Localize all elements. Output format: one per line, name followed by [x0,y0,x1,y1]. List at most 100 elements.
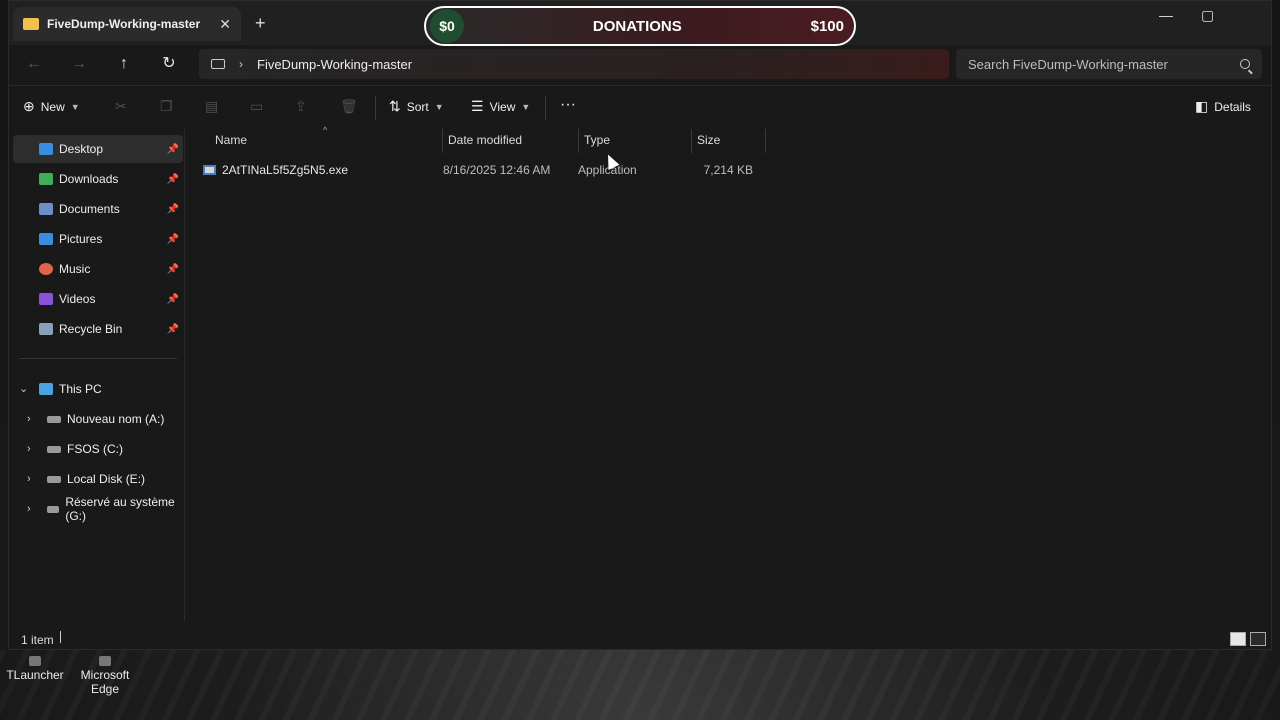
sidebar-item-label: Documents [59,202,120,216]
close-tab-icon[interactable]: ✕ [219,16,231,33]
sidebar-item-label: Nouveau nom (A:) [67,412,165,426]
chevron-down-icon: ▼ [434,101,444,112]
drive-icon [47,415,61,423]
desktop-icon [39,143,53,155]
sidebar-divider [19,358,177,359]
details-button[interactable]: ◧ Details [1195,98,1251,115]
trash-icon: 🗑 [340,98,358,114]
command-bar: ⊕ New ▼ ✂ ❐ ▤ ▭ ⇪ 🗑 ⇅ Sort ▼ ☰ View ▼ ··… [9,85,1271,129]
sidebar-item-videos[interactable]: Videos 📌 [13,285,183,313]
clipboard-icon: ▤ [205,98,219,114]
application-icon [203,165,216,175]
copy-button[interactable]: ❐ [160,98,173,115]
donation-title: DONATIONS [592,17,682,35]
file-date: 8/16/2025 12:46 AM [443,163,551,177]
sidebar-item-drive-c[interactable]: FSOS (C:) [13,435,183,463]
new-button[interactable]: ⊕ New ▼ [23,98,80,115]
details-pane-icon: ◧ [1195,98,1209,114]
maximize-button[interactable]: ▢ [1201,7,1214,24]
drive-icon [47,475,61,483]
donation-progress-bar: $0 DONATIONS $100 [424,6,856,46]
sidebar-item-desktop[interactable]: Desktop 📌 [13,135,183,163]
cut-button[interactable]: ✂ [115,98,127,115]
table-row[interactable]: 2AtTINaL5f5Zg5N5.exe 8/16/2025 12:46 AM … [201,159,761,181]
refresh-button[interactable]: ↻ [158,53,180,75]
share-icon: ⇪ [295,98,307,114]
sidebar-item-label: Local Disk (E:) [67,472,146,486]
file-size: 7,214 KB [703,163,753,177]
document-icon [39,203,53,215]
minimize-button[interactable]: — [1159,7,1173,23]
chevron-down-icon: ▼ [70,101,80,112]
column-divider[interactable] [442,129,443,153]
file-name: 2AtTINaL5f5Zg5N5.exe [222,163,349,177]
pin-icon: 📌 [166,293,179,305]
toolbar-divider [375,96,376,120]
download-icon [39,173,53,185]
up-button[interactable]: ↑ [113,53,135,75]
new-tab-button[interactable]: + [255,13,266,34]
sidebar-item-drive-g[interactable]: Réservé au système (G:) [13,495,183,523]
address-bar[interactable]: › FiveDump-Working-master [199,49,949,79]
pin-icon: 📌 [166,143,179,155]
pin-icon: 📌 [166,233,179,245]
column-header-date[interactable]: Date modified [448,133,522,147]
tab-fivedump[interactable]: FiveDump-Working-master ✕ [13,7,241,41]
view-button[interactable]: ☰ View ▼ [471,98,530,115]
sidebar-item-label: Downloads [59,172,119,186]
plus-circle-icon: ⊕ [23,98,35,114]
sidebar-item-label: Réservé au système (G:) [65,495,175,523]
back-button[interactable]: ← [23,53,45,75]
desktop-icon-label: Microsoft Edge [80,668,130,696]
rename-button[interactable]: ▭ [250,98,263,115]
column-header-type[interactable]: Type [584,133,610,147]
status-separator [60,631,61,643]
share-button[interactable]: ⇪ [295,98,307,115]
search-box[interactable] [956,49,1262,79]
column-divider[interactable] [691,129,692,153]
details-view-icon[interactable] [1230,632,1246,646]
chevron-right-icon[interactable]: › [239,57,243,71]
sidebar-item-label: Music [59,262,91,276]
sidebar-item-pictures[interactable]: Pictures 📌 [13,225,183,253]
music-icon [39,263,53,275]
column-divider[interactable] [765,129,766,153]
column-header-name[interactable]: Name [215,133,247,147]
view-list-icon: ☰ [471,98,484,114]
drive-icon [47,445,61,453]
large-icons-view-icon[interactable] [1250,632,1266,646]
item-count: 1 item [21,633,54,647]
sidebar-item-this-pc[interactable]: This PC [13,375,183,403]
sidebar-item-recycle-bin[interactable]: Recycle Bin 📌 [13,315,183,343]
sidebar-item-documents[interactable]: Documents 📌 [13,195,183,223]
paste-button[interactable]: ▤ [205,98,218,115]
new-label: New [40,99,65,114]
computer-icon [39,383,53,395]
search-input[interactable] [968,56,1240,72]
sidebar-item-drive-e[interactable]: Local Disk (E:) [13,465,183,493]
toolbar-divider [545,96,546,120]
pin-icon: 📌 [166,203,179,215]
status-bar: 1 item [9,629,1271,649]
column-divider[interactable] [578,129,579,153]
breadcrumb-segment[interactable]: FiveDump-Working-master [257,57,412,72]
rename-icon: ▭ [250,98,264,114]
sidebar-item-music[interactable]: Music 📌 [13,255,183,283]
column-header-size[interactable]: Size [697,133,720,147]
donation-goal: $100 [810,17,844,35]
pin-icon: 📌 [166,263,179,275]
sidebar-item-drive-a[interactable]: Nouveau nom (A:) [13,405,183,433]
navigation-pane: Desktop 📌 Downloads 📌 Documents 📌 Pictur… [9,129,185,621]
forward-button[interactable]: → [68,53,90,75]
computer-icon [211,59,225,69]
sidebar-item-label: This PC [59,382,102,396]
sort-button[interactable]: ⇅ Sort ▼ [389,98,444,115]
scissors-icon: ✂ [115,98,127,114]
folder-icon [23,18,39,30]
search-icon[interactable] [1240,59,1250,69]
desktop-icon-edge[interactable]: Microsoft Edge [70,656,140,696]
delete-button[interactable]: 🗑 [340,98,358,115]
more-options-button[interactable]: ··· [560,96,576,114]
desktop-icon-tlauncher[interactable]: TLauncher [0,656,70,682]
sidebar-item-downloads[interactable]: Downloads 📌 [13,165,183,193]
